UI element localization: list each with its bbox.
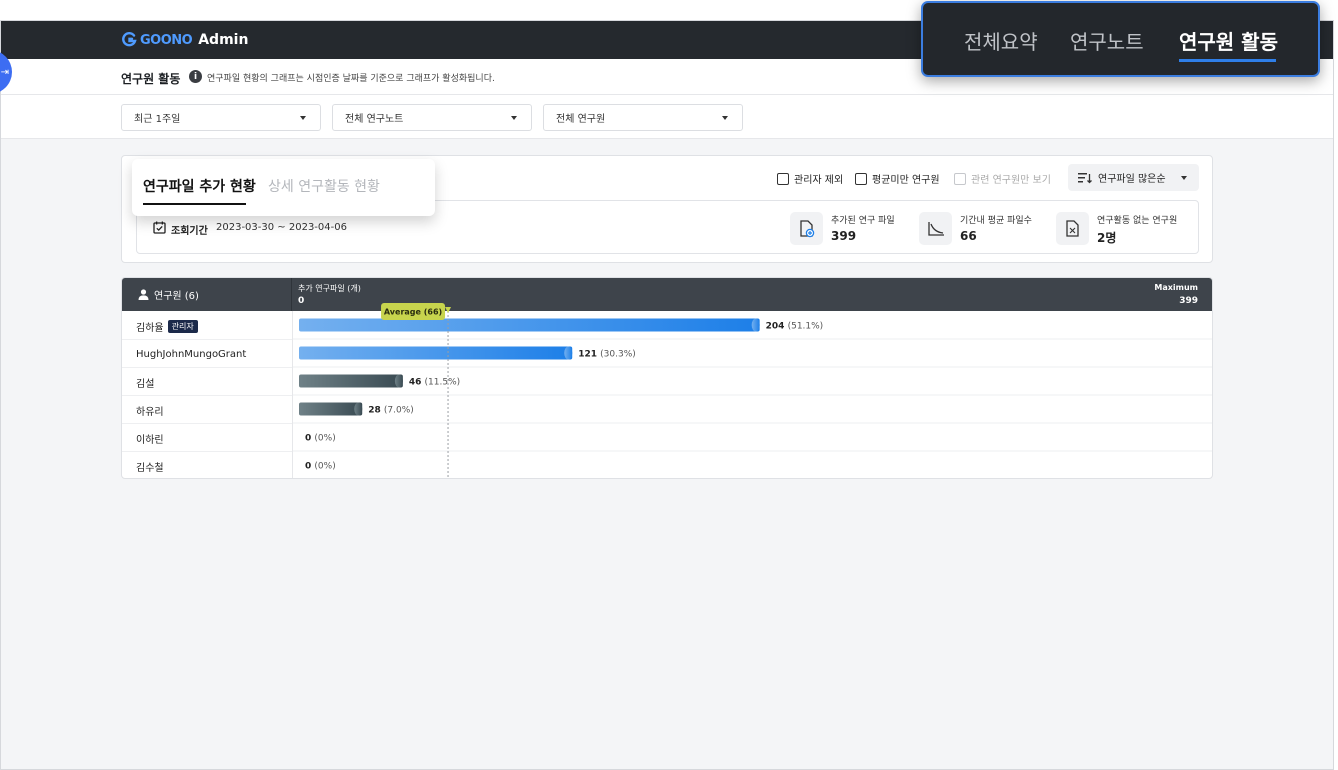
below-average-label: 평균미만 연구원 — [872, 175, 940, 186]
chart-decline-icon — [919, 212, 952, 245]
info-icon[interactable]: i — [189, 70, 202, 83]
app-frame: GOONO Admin 연구원 활동 i 연구파일 현황의 그래프는 시점인증 … — [0, 20, 1334, 770]
bar-value-label: 28 (7.0%) — [368, 406, 414, 416]
bar-value-label: 204 (51.1%) — [766, 322, 824, 332]
bar-value-label: 121 (30.3%) — [578, 350, 636, 360]
chevron-down-icon — [1181, 176, 1187, 180]
goono-logo-icon — [122, 32, 137, 47]
average-label: Average (66) — [384, 308, 442, 317]
bar-value-label: 0 (0%) — [305, 434, 336, 444]
average-pointer — [445, 307, 452, 313]
tab-active-indicator — [143, 203, 246, 205]
bar-chart: 204 (51.1%) 121 (30.3%) 46 (11.5%) 28 (7.0%… — [293, 303, 1212, 478]
logo-product: Admin — [198, 32, 249, 48]
tab-detailed-activity[interactable]: 상세 연구활동 현황 — [268, 176, 380, 196]
nav-item-notes[interactable]: 연구노트 — [1070, 26, 1144, 55]
checkbox-box[interactable] — [777, 172, 789, 185]
bar[interactable] — [299, 318, 760, 332]
page-title: 연구원 활동 — [121, 72, 181, 86]
stat-label: 기간내 평균 파일수 — [960, 216, 1032, 226]
period-label: 조회기간 — [171, 226, 208, 237]
stat-value: 2명 — [1097, 231, 1117, 245]
bar-end — [354, 402, 363, 416]
main-nav: 전체요약 연구노트 연구원 활동 — [921, 1, 1320, 77]
chevron-down-icon — [300, 116, 306, 120]
sort-select[interactable]: 연구파일 많은순 — [1068, 164, 1199, 191]
bar[interactable] — [299, 346, 573, 360]
period-value: 2023-03-30 ~ 2023-04-06 — [216, 222, 347, 233]
stat-label: 추가된 연구 파일 — [831, 216, 895, 226]
sort-icon — [1078, 172, 1092, 183]
file-add-icon — [790, 212, 823, 245]
bar[interactable] — [299, 402, 363, 416]
bar-end — [751, 318, 760, 332]
logo[interactable]: GOONO Admin — [121, 31, 248, 49]
filter-row: 최근 1주일 전체 연구노트 전체 연구원 — [1, 95, 1333, 139]
chevron-down-icon — [722, 116, 728, 120]
bar[interactable] — [299, 374, 403, 388]
stat-label: 연구활동 없는 연구원 — [1097, 216, 1178, 226]
file-x-icon — [1056, 212, 1089, 245]
exclude-admin-checkbox[interactable]: 관리자 제외 — [777, 171, 843, 186]
expand-icon: ⇥ — [0, 66, 9, 78]
bar-value-label: 46 (11.5%) — [409, 378, 460, 388]
summary-card: 관리자 제외 평균미만 연구원 관련 연구원만 보기 연구파일 많은순 조회기간… — [121, 155, 1213, 263]
period-select[interactable]: 최근 1주일 — [121, 104, 321, 131]
bar-value-label: 0 (0%) — [305, 462, 336, 472]
nav-active-indicator — [1179, 59, 1276, 62]
note-select-value: 전체 연구노트 — [345, 114, 404, 125]
related-only-checkbox[interactable]: 관련 연구원만 보기 — [954, 171, 1051, 186]
checkbox-box[interactable] — [954, 172, 966, 185]
exclude-admin-label: 관리자 제외 — [794, 175, 844, 186]
researcher-select-value: 전체 연구원 — [556, 114, 606, 125]
calendar-check-icon — [153, 221, 166, 234]
nav-item-activity[interactable]: 연구원 활동 — [1179, 26, 1278, 55]
tab-bar: 연구파일 추가 현황 상세 연구활동 현황 — [132, 159, 435, 216]
bar-end — [394, 374, 403, 388]
tab-file-additions[interactable]: 연구파일 추가 현황 — [143, 176, 256, 196]
below-average-checkbox[interactable]: 평균미만 연구원 — [855, 171, 940, 186]
stat-value: 399 — [831, 229, 857, 243]
bar-end — [564, 346, 573, 360]
page-hint: 연구파일 현황의 그래프는 시점인증 날짜를 기준으로 그래프가 활성화됩니다. — [207, 74, 495, 84]
checkbox-box[interactable] — [855, 172, 867, 185]
sort-value: 연구파일 많은순 — [1098, 174, 1166, 185]
nav-item-summary[interactable]: 전체요약 — [964, 26, 1038, 55]
researcher-select[interactable]: 전체 연구원 — [543, 104, 743, 131]
note-select[interactable]: 전체 연구노트 — [332, 104, 532, 131]
period-select-value: 최근 1주일 — [134, 114, 181, 125]
logo-brand: GOONO — [140, 32, 193, 48]
chevron-down-icon — [511, 116, 517, 120]
related-only-label: 관련 연구원만 보기 — [971, 175, 1051, 186]
researcher-table: 연구원 (6) 추가 연구파일 (개) 0 Maximum 399 김하율 관리자… — [121, 277, 1213, 479]
stat-value: 66 — [960, 229, 977, 243]
